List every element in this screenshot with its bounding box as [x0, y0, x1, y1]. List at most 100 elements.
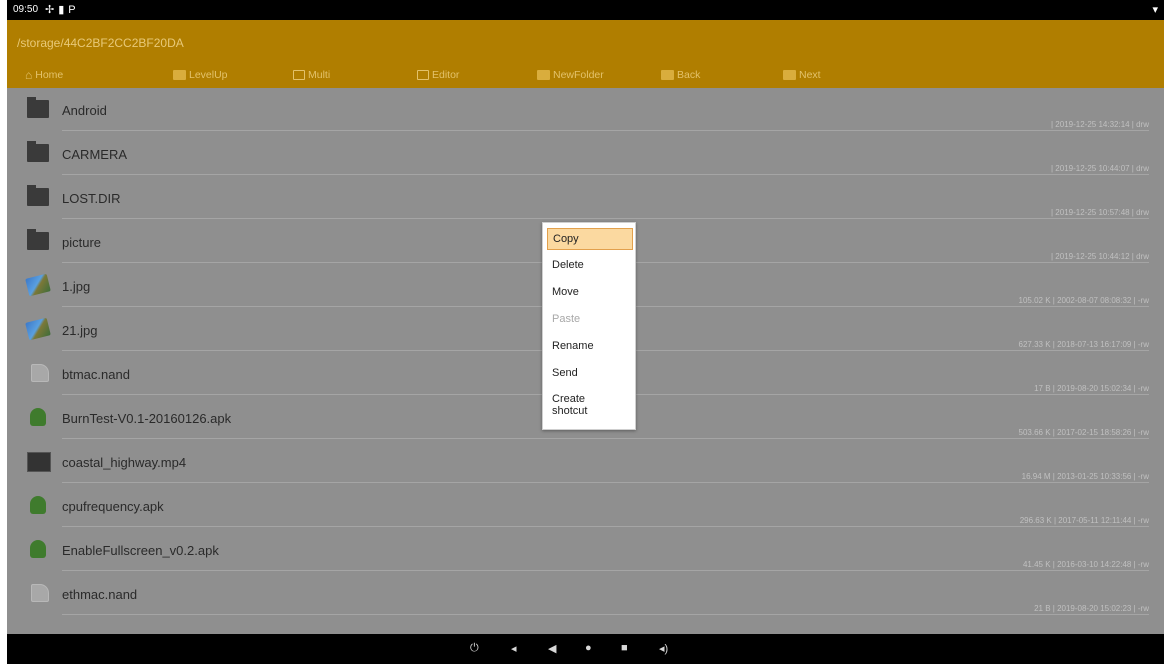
menu-item-rename[interactable]: Rename	[547, 336, 633, 358]
menu-item-send[interactable]: Send	[547, 363, 633, 385]
menu-item-label: Rename	[552, 340, 594, 352]
multi-label: Multi	[308, 69, 331, 81]
file-row-enablefullscreen-apk[interactable]: EnableFullscreen_v0.2.apk 41.45 K | 2016…	[7, 528, 1164, 572]
newfolder-icon	[537, 70, 550, 80]
file-meta: | 2019-12-25 10:44:12 | drw	[1051, 252, 1149, 261]
home-icon[interactable]: ●	[585, 642, 592, 654]
apk-file-icon	[30, 540, 46, 558]
file-meta: 16.94 M | 2013-01-25 10:33:56 | -rw	[1021, 472, 1149, 481]
file-row-ethmac-nand[interactable]: ethmac.nand 21 B | 2019-08-20 15:02:23 |…	[7, 572, 1164, 616]
file-row-android[interactable]: Android | 2019-12-25 14:32:14 | drw	[7, 88, 1164, 132]
newfolder-button[interactable]: NewFolder	[537, 69, 604, 81]
menu-item-label: Copy	[553, 233, 579, 245]
menu-item-label: Create shotcut	[552, 393, 588, 417]
file-meta: 503.66 K | 2017-02-15 18:58:26 | -rw	[1018, 428, 1149, 437]
volume-up-icon[interactable]: ◂)	[659, 642, 668, 655]
menu-item-paste: Paste	[547, 309, 633, 331]
image-file-icon	[25, 273, 51, 297]
file-name: Android	[62, 103, 107, 118]
apk-file-icon	[30, 496, 46, 514]
folder-icon	[27, 97, 49, 118]
file-name: 21.jpg	[62, 323, 98, 338]
file-name: btmac.nand	[62, 367, 130, 382]
file-name: coastal_highway.mp4	[62, 455, 187, 470]
folder-icon	[27, 229, 49, 250]
levelup-button[interactable]: LevelUp	[173, 69, 228, 81]
file-row-carmera[interactable]: CARMERA | 2019-12-25 10:44:07 | drw	[7, 132, 1164, 176]
file-name: 1.jpg	[62, 279, 91, 294]
current-path: /storage/44C2BF2CC2BF20DA	[17, 36, 184, 50]
file-meta: 105.02 K | 2002-08-07 08:08:32 | -rw	[1018, 296, 1149, 305]
file-meta: 41.45 K | 2016-03-10 14:22:48 | -rw	[1022, 560, 1149, 569]
back-label: Back	[677, 69, 701, 81]
back-button[interactable]: Back	[661, 69, 700, 81]
newfolder-label: NewFolder	[553, 69, 604, 81]
file-meta: 17 B | 2019-08-20 15:02:34 | -rw	[1034, 384, 1149, 393]
context-menu: Copy Delete Move Paste Rename Send Creat…	[542, 222, 636, 430]
home-button[interactable]: ⌂ Home	[25, 69, 63, 81]
file-meta: 627.33 K | 2018-07-13 16:17:09 | -rw	[1018, 340, 1149, 349]
levelup-label: LevelUp	[189, 69, 228, 81]
status-icons: ✢▮P	[45, 3, 80, 16]
menu-item-delete[interactable]: Delete	[547, 255, 633, 277]
file-name: LOST.DIR	[62, 191, 121, 206]
editor-button[interactable]: Editor	[417, 69, 459, 81]
multi-icon	[293, 70, 305, 80]
next-icon	[783, 70, 796, 80]
menu-item-label: Move	[552, 286, 579, 298]
navigation-bar: ⏻ ◂ ◀ ● ■ ◂)	[7, 634, 1164, 664]
row-divider	[62, 482, 1149, 483]
menu-item-create-shortcut[interactable]: Create shotcut	[547, 390, 633, 424]
editor-icon	[417, 70, 429, 80]
menu-item-copy[interactable]: Copy	[547, 228, 633, 250]
row-divider	[62, 174, 1149, 175]
file-name: cpufrequency.apk	[62, 499, 164, 514]
row-divider	[62, 570, 1149, 571]
apk-file-icon	[30, 408, 46, 426]
file-meta: 296.63 K | 2017-05-11 12:11:44 | -rw	[1019, 516, 1149, 525]
video-file-icon	[27, 452, 51, 472]
file-meta: | 2019-12-25 10:57:48 | drw	[1051, 208, 1149, 217]
file-manager-window: 09:50 ✢▮P ▾ /storage/44C2BF2CC2BF20DA ⌂ H…	[7, 0, 1164, 664]
file-row-cpufrequency-apk[interactable]: cpufrequency.apk 296.63 K | 2017-05-11 1…	[7, 484, 1164, 528]
file-meta: | 2019-12-25 14:32:14 | drw	[1051, 120, 1149, 129]
row-divider	[62, 526, 1149, 527]
next-label: Next	[799, 69, 821, 81]
file-row-lost-dir[interactable]: LOST.DIR | 2019-12-25 10:57:48 | drw	[7, 176, 1164, 220]
status-time: 09:50	[13, 4, 39, 15]
row-divider	[62, 438, 1149, 439]
toolbar: ⌂ Home LevelUp Multi Editor NewFolder Bac…	[7, 64, 1164, 88]
file-meta: 21 B | 2019-08-20 15:02:23 | -rw	[1034, 604, 1149, 613]
wifi-icon: ▾	[1152, 4, 1158, 16]
folder-icon	[27, 185, 49, 206]
usb-debug-icon: ✢	[45, 4, 59, 16]
multi-button[interactable]: Multi	[293, 69, 330, 81]
menu-item-label: Send	[552, 367, 578, 379]
row-divider	[62, 614, 1149, 615]
row-divider	[62, 218, 1149, 219]
recents-icon[interactable]: ■	[621, 642, 628, 654]
menu-item-move[interactable]: Move	[547, 282, 633, 304]
path-bar: /storage/44C2BF2CC2BF20DA	[7, 20, 1164, 64]
row-divider	[62, 130, 1149, 131]
file-name: CARMERA	[62, 147, 128, 162]
back-icon[interactable]: ◀	[548, 642, 556, 655]
status-bar: 09:50 ✢▮P ▾	[7, 0, 1164, 20]
file-name: ethmac.nand	[62, 587, 138, 602]
home-label: Home	[35, 69, 64, 81]
generic-file-icon	[31, 364, 49, 382]
file-name: BurnTest-V0.1-20160126.apk	[62, 411, 232, 426]
generic-file-icon	[31, 584, 49, 602]
volume-down-icon[interactable]: ◂	[511, 642, 517, 655]
file-name: EnableFullscreen_v0.2.apk	[62, 543, 219, 558]
file-meta: | 2019-12-25 10:44:07 | drw	[1051, 164, 1149, 173]
power-icon[interactable]: ⏻	[470, 642, 479, 655]
next-button[interactable]: Next	[783, 69, 821, 81]
editor-label: Editor	[432, 69, 460, 81]
menu-item-label: Delete	[552, 259, 584, 271]
folder-icon	[27, 141, 49, 162]
file-row-coastal-highway-mp4[interactable]: coastal_highway.mp4 16.94 M | 2013-01-25…	[7, 440, 1164, 484]
sim-icon: ▮	[58, 4, 69, 16]
home-icon: ⌂	[25, 68, 33, 82]
back-icon	[661, 70, 674, 80]
